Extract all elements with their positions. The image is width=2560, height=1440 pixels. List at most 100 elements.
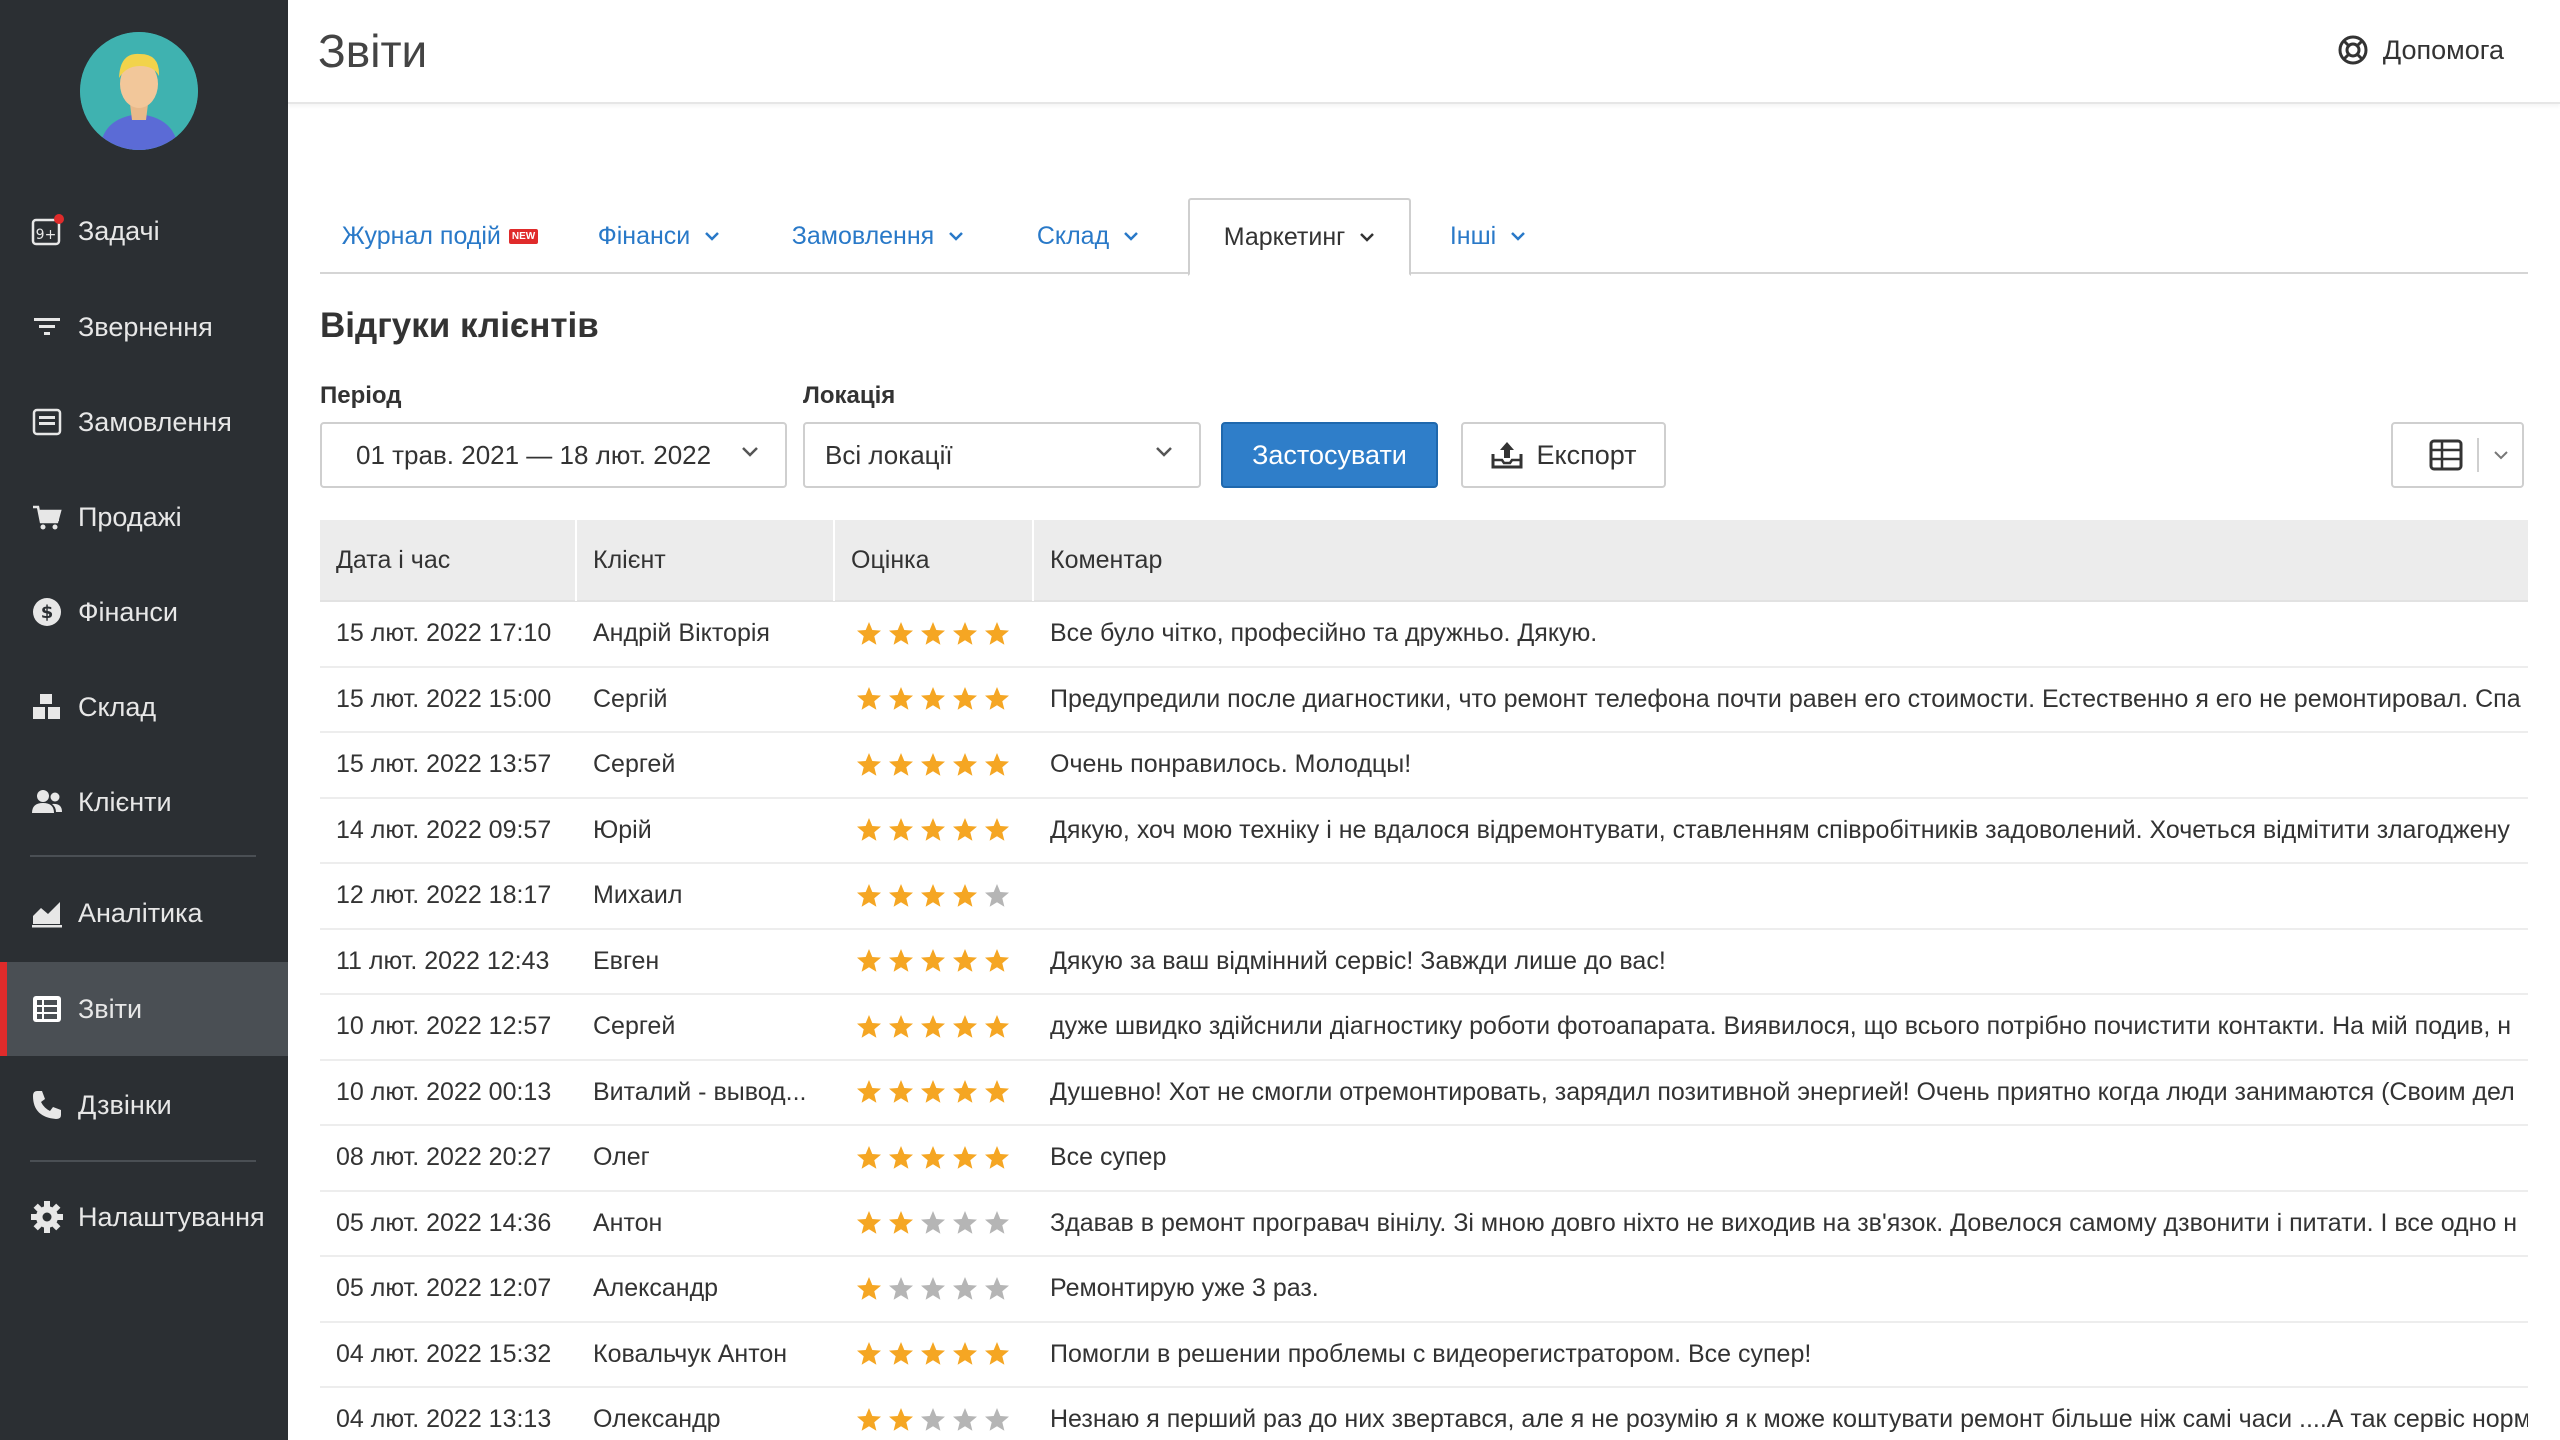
table-row[interactable]: 11 лют. 2022 12:43 Евген Дякую за ваш відм… <box>320 930 2528 995</box>
cell-rating <box>835 751 1034 779</box>
star-filled-icon <box>985 818 1009 842</box>
star-filled-icon <box>953 1080 977 1104</box>
period-select[interactable]: 01 трав. 2021 — 18 лют. 2022 <box>320 422 787 488</box>
table-row[interactable]: 05 лют. 2022 14:36 Антон Здавав в ремонт п… <box>320 1192 2528 1257</box>
rating-stars <box>855 1406 1034 1434</box>
cell-client[interactable]: Андрій Вікторія <box>577 619 835 648</box>
sidebar-item-sales[interactable]: Продажі <box>0 470 288 564</box>
sidebar-item-label: Налаштування <box>78 1201 265 1232</box>
cell-date: 15 лют. 2022 13:57 <box>336 750 552 779</box>
svg-text:$: $ <box>41 602 54 623</box>
cell-rating <box>835 620 1034 648</box>
cell-client[interactable]: Михаил <box>577 881 835 910</box>
location-value: Всі локації <box>825 439 953 470</box>
cell-rating <box>835 1144 1034 1172</box>
section-title: Відгуки клієнтів <box>320 306 599 345</box>
table-row[interactable]: 10 лют. 2022 12:57 Сергей дуже швидко здій… <box>320 995 2528 1061</box>
cell-rating <box>835 882 1034 910</box>
sidebar-item-calls[interactable]: Дзвінки <box>0 1058 288 1152</box>
location-select[interactable]: Всі локації <box>803 422 1201 488</box>
sidebar-item-reports[interactable]: Звіти <box>0 962 288 1056</box>
sidebar-item-label: Звіти <box>78 993 143 1024</box>
cell-date: 05 лют. 2022 14:36 <box>336 1208 552 1237</box>
table-row[interactable]: 15 лют. 2022 17:10 Андрій Вікторія Все бул… <box>320 602 2528 668</box>
cell-client[interactable]: Александр <box>577 1274 835 1303</box>
sidebar-item-tasks[interactable]: 9+ Задачі <box>0 184 288 278</box>
period-value: 01 трав. 2021 — 18 лют. 2022 <box>356 439 712 470</box>
view-toggle[interactable] <box>2391 422 2524 488</box>
tab-event-log[interactable]: Журнал подій NEW <box>320 198 560 274</box>
cell-client[interactable]: Сергей <box>577 750 835 779</box>
tab-warehouse[interactable]: Склад <box>998 198 1178 274</box>
cell-client[interactable]: Виталий - вывод... <box>577 1078 835 1107</box>
tasks-badge-text: 9+ <box>36 227 57 243</box>
cell-date: 10 лют. 2022 12:57 <box>336 1012 552 1041</box>
table-row[interactable]: 04 лют. 2022 15:32 Ковальчук Антон Помогли… <box>320 1323 2528 1388</box>
top-header: Звіти Допомога <box>288 0 2560 104</box>
table-row[interactable]: 10 лют. 2022 00:13 Виталий - вывод... Душе… <box>320 1061 2528 1126</box>
star-filled-icon <box>921 1342 945 1366</box>
cell-client[interactable]: Антон <box>577 1209 835 1238</box>
sidebar-item-warehouse[interactable]: Склад <box>0 660 288 754</box>
cart-icon <box>30 500 64 534</box>
export-label: Експорт <box>1536 439 1637 470</box>
cell-comment: Помогли в решении проблемы с видеорегист… <box>1050 1339 1812 1368</box>
cell-client[interactable]: Олександр <box>577 1405 835 1434</box>
export-button[interactable]: Експорт <box>1461 422 1666 488</box>
column-header-client[interactable]: Клієнт <box>577 519 835 601</box>
avatar[interactable] <box>80 32 198 150</box>
cell-comment: Все супер <box>1050 1143 1167 1172</box>
sidebar-item-orders[interactable]: Замовлення <box>0 375 288 469</box>
cell-client[interactable]: Сергій <box>577 685 835 714</box>
toggle-divider <box>2477 438 2479 472</box>
star-filled-icon <box>953 752 977 776</box>
cell-rating <box>835 1340 1034 1368</box>
cell-client[interactable]: Евген <box>577 947 835 976</box>
star-filled-icon <box>857 752 881 776</box>
sidebar-item-label: Продажі <box>78 501 182 532</box>
cell-client[interactable]: Ковальчук Антон <box>577 1340 835 1369</box>
star-filled-icon <box>985 1080 1009 1104</box>
apply-button[interactable]: Застосувати <box>1221 422 1438 488</box>
star-filled-icon <box>921 687 945 711</box>
table-row[interactable]: 12 лют. 2022 18:17 Михаил <box>320 864 2528 930</box>
star-filled-icon <box>857 1342 881 1366</box>
tab-orders[interactable]: Замовлення <box>758 198 998 274</box>
sidebar-item-clients[interactable]: Клієнти <box>0 755 288 849</box>
cell-client[interactable]: Юрій <box>577 816 835 845</box>
tab-label: Інші <box>1449 221 1497 250</box>
table-row[interactable]: 14 лют. 2022 09:57 Юрій Дякую, хоч мою тех… <box>320 799 2528 864</box>
table-row[interactable]: 15 лют. 2022 13:57 Сергей Очень понравилос… <box>320 733 2528 799</box>
column-header-rating[interactable]: Оцінка <box>835 519 1034 601</box>
chevron-down-icon <box>949 232 964 241</box>
tab-finance[interactable]: Фінанси <box>560 198 758 274</box>
chevron-down-icon <box>742 447 758 457</box>
sidebar-item-finance[interactable]: $ Фінанси <box>0 565 288 659</box>
column-header-comment[interactable]: Коментар <box>1034 519 2528 601</box>
tab-label: Замовлення <box>791 221 935 250</box>
table-row[interactable]: 05 лют. 2022 12:07 Александр Ремонтирую уж… <box>320 1257 2528 1323</box>
tab-other[interactable]: Інші <box>1411 198 1565 274</box>
sidebar-item-requests[interactable]: Звернення <box>0 280 288 374</box>
star-filled-icon <box>889 1407 913 1431</box>
sidebar-item-label: Звернення <box>78 311 213 342</box>
table-row[interactable]: 08 лют. 2022 20:27 Олег Все супер <box>320 1126 2528 1192</box>
sidebar-item-settings[interactable]: Налаштування <box>0 1170 288 1264</box>
rating-stars <box>855 1078 1034 1106</box>
rating-stars <box>855 882 1034 910</box>
column-header-date[interactable]: Дата і час <box>320 519 577 601</box>
sidebar-item-label: Склад <box>78 691 157 722</box>
help-link[interactable]: Допомога <box>2337 34 2504 66</box>
tab-marketing[interactable]: Маркетинг <box>1188 198 1411 276</box>
sidebar-item-analytics[interactable]: Аналітика <box>0 866 288 960</box>
cell-comment: Незнаю я перший раз до них звертався, ал… <box>1050 1405 2528 1434</box>
star-filled-icon <box>857 621 881 645</box>
cell-comment: Все було чітко, професійно та дружньо. Д… <box>1050 619 1598 648</box>
rating-stars <box>855 1275 1034 1303</box>
star-filled-icon <box>889 818 913 842</box>
cell-client[interactable]: Сергей <box>577 1012 835 1041</box>
table-row[interactable]: 15 лют. 2022 15:00 Сергій Предупредили пос… <box>320 668 2528 733</box>
table-row[interactable]: 04 лют. 2022 13:13 Олександр Незнаю я перш… <box>320 1388 2528 1440</box>
cell-client[interactable]: Олег <box>577 1143 835 1172</box>
sidebar-item-label: Клієнти <box>78 786 172 817</box>
